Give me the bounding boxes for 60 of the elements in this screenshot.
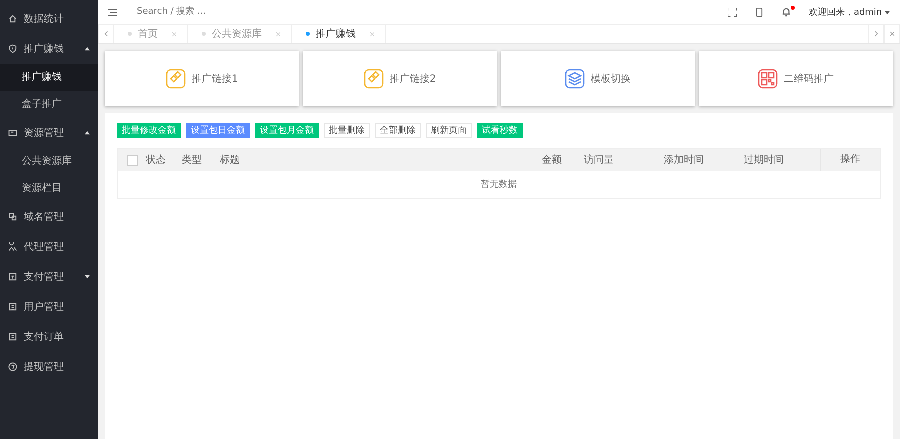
sidebar-item[interactable]: 推广赚钱 [0,34,98,64]
close-all-button[interactable] [884,25,900,43]
shortcut-icon [364,68,384,88]
sidebar-item[interactable]: 数据统计 [0,4,98,34]
shortcut-card[interactable]: 推广链接1 [105,51,299,106]
sidebar-item[interactable]: 资源管理 [0,118,98,148]
menu-item-icon [8,44,18,54]
menu-item-icon [8,272,18,282]
menu-item-icon [8,302,18,312]
column-header: 添加时间 [664,154,705,167]
card-label: 二维码推广 [784,72,834,86]
column-header: 状态 [146,154,167,167]
column-header: 访问量 [584,154,615,167]
close-icon [890,31,894,37]
sidebar-item[interactable]: 代理管理 [0,232,98,262]
shortcut-card[interactable]: 推广链接2 [303,51,497,106]
menu-item-icon [8,362,18,372]
sidebar-item[interactable]: 提现管理 [0,352,98,382]
chevron-right-icon [874,31,878,37]
sidebar-item[interactable]: 支付管理 [0,262,98,292]
page-tab[interactable]: 推广赚钱 [292,25,386,43]
scroll-right-button[interactable] [868,25,884,43]
caret-icon [885,10,890,14]
column-header: 金额 [542,154,563,167]
close-icon[interactable] [276,32,281,36]
empty-message: 暂无数据 [480,178,518,192]
menu-item-icon [8,128,18,138]
menu-item-icon [8,212,18,222]
column-header: 标题 [220,154,241,167]
toolbar-button[interactable]: 全部删除 [375,123,421,138]
shortcut-icon [565,68,585,88]
fullscreen-icon[interactable] [728,8,737,16]
shortcut-card[interactable]: 二维码推广 [699,51,893,106]
column-header: 操作 [820,149,880,171]
menu-item-icon [8,332,18,342]
column-header: 类型 [182,154,203,167]
select-all-checkbox[interactable] [126,154,138,166]
sidebar-item[interactable]: 支付订单 [0,322,98,352]
shortcut-icon [166,68,186,88]
toolbar-button[interactable]: 批量删除 [324,123,370,138]
chevron-left-icon [104,31,108,37]
search-field[interactable]: Search / 搜索 ... [135,6,299,18]
toolbar-button[interactable]: 刷新页面 [426,123,472,138]
sidebar-item[interactable]: 域名管理 [0,202,98,232]
sidebar-item[interactable]: 用户管理 [0,292,98,322]
menu-item-icon [8,242,18,252]
sidebar-subitem[interactable]: 推广赚钱 [0,64,98,91]
column-header: 过期时间 [744,154,785,167]
card-label: 推广链接1 [192,72,238,86]
close-icon[interactable] [172,32,177,36]
menu-item-icon [8,14,18,24]
card-label: 推广链接2 [390,72,436,86]
shortcut-icon [758,68,778,88]
shortcut-card[interactable]: 模板切换 [501,51,695,106]
close-icon[interactable] [370,32,375,36]
phone-icon[interactable] [754,8,764,16]
scroll-left-button[interactable] [98,25,114,43]
menu-icon[interactable] [108,8,117,16]
card-label: 模板切换 [591,72,631,86]
user-menu[interactable]: 欢迎回来，admin [808,6,890,18]
